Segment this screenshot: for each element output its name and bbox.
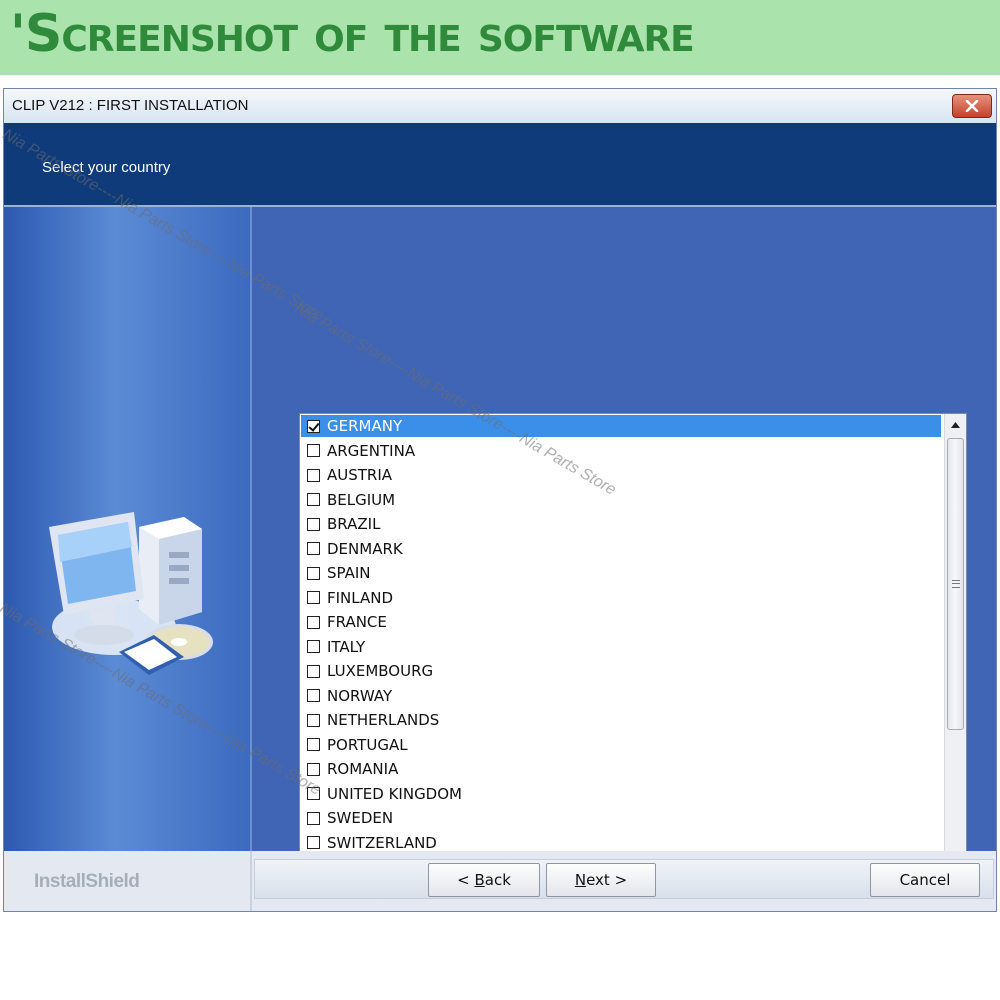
country-list-item[interactable]: GERMANY bbox=[301, 415, 941, 437]
country-list-item[interactable]: PORTUGAL bbox=[301, 734, 941, 756]
country-checkbox[interactable] bbox=[307, 640, 320, 653]
country-checkbox[interactable] bbox=[307, 762, 320, 776]
country-list-item[interactable]: NORWAY bbox=[301, 685, 941, 707]
country-checkbox[interactable] bbox=[307, 811, 320, 825]
footer-divider bbox=[250, 851, 252, 911]
back-button[interactable]: < Back bbox=[428, 863, 540, 897]
panel-divider bbox=[250, 207, 252, 851]
scroll-up-arrow-icon bbox=[951, 422, 960, 428]
country-label: GERMANY bbox=[327, 417, 403, 435]
country-label: ITALY bbox=[327, 637, 366, 656]
country-checkbox[interactable] bbox=[307, 664, 320, 678]
country-label: DENMARK bbox=[327, 539, 403, 558]
country-list-item[interactable]: LUXEMBOURG bbox=[301, 660, 941, 682]
country-list-item[interactable]: FINLAND bbox=[301, 587, 941, 609]
installer-window: CLIP V212 : FIRST INSTALLATION Select yo… bbox=[3, 88, 997, 912]
country-label: NORWAY bbox=[327, 686, 393, 705]
country-list-item[interactable]: SPAIN bbox=[301, 562, 941, 584]
country-list-item[interactable]: BELGIUM bbox=[301, 489, 941, 511]
country-checkbox[interactable] bbox=[307, 542, 320, 555]
country-checkbox[interactable] bbox=[307, 689, 320, 702]
country-list-item[interactable]: AUSTRIA bbox=[301, 464, 941, 486]
cancel-button[interactable]: Cancel bbox=[870, 863, 980, 897]
country-label: FRANCE bbox=[327, 613, 387, 631]
country-checkbox[interactable] bbox=[307, 419, 320, 433]
country-label: ROMANIA bbox=[327, 760, 399, 778]
country-checkbox[interactable] bbox=[307, 444, 320, 457]
title-bar: CLIP V212 : FIRST INSTALLATION bbox=[4, 89, 996, 123]
banner-title: 'Screenshot of the software bbox=[10, 4, 695, 64]
installshield-brand: InstallShield bbox=[34, 871, 140, 892]
country-label: NETHERLANDS bbox=[327, 711, 440, 729]
country-list: GERMANY ARGENTINA AUSTRIA BELGIUM BRAZIL DENM… bbox=[301, 415, 941, 881]
grip-icon bbox=[951, 580, 960, 588]
country-label: SWITZERLAND bbox=[327, 833, 437, 852]
banner: 'Screenshot of the software bbox=[0, 0, 1000, 75]
window-title: CLIP V212 : FIRST INSTALLATION bbox=[12, 97, 249, 114]
country-checkbox[interactable] bbox=[307, 787, 320, 800]
wizard-body: GERMANY ARGENTINA AUSTRIA BELGIUM BRAZIL DENM… bbox=[4, 207, 996, 883]
country-checkbox[interactable] bbox=[307, 493, 320, 506]
left-panel bbox=[4, 207, 252, 851]
country-checkbox[interactable] bbox=[307, 836, 320, 849]
computer-icon bbox=[49, 512, 213, 675]
list-scrollbar[interactable] bbox=[944, 414, 966, 882]
close-button[interactable] bbox=[952, 94, 992, 118]
country-label: BRAZIL bbox=[327, 515, 381, 533]
country-list-item[interactable]: SWEDEN bbox=[301, 807, 941, 829]
country-checkbox[interactable] bbox=[307, 591, 320, 604]
country-label: LUXEMBOURG bbox=[327, 662, 434, 680]
country-label: SPAIN bbox=[327, 564, 371, 582]
country-list-item[interactable]: ROMANIA bbox=[301, 758, 941, 780]
country-checkbox[interactable] bbox=[307, 517, 320, 531]
country-list-item[interactable]: BRAZIL bbox=[301, 513, 941, 535]
country-checkbox[interactable] bbox=[307, 615, 320, 629]
scroll-thumb[interactable] bbox=[947, 438, 964, 730]
country-listbox[interactable]: GERMANY ARGENTINA AUSTRIA BELGIUM BRAZIL DENM… bbox=[299, 413, 967, 883]
cancel-button-label: Cancel bbox=[899, 871, 951, 889]
country-checkbox[interactable] bbox=[307, 713, 320, 727]
wizard-footer: InstallShield < Back Next > Cancel bbox=[4, 851, 996, 911]
country-list-item[interactable]: UNITED KINGDOM bbox=[301, 783, 941, 805]
country-label: AUSTRIA bbox=[327, 466, 393, 484]
country-checkbox[interactable] bbox=[307, 566, 320, 580]
country-list-item[interactable]: DENMARK bbox=[301, 538, 941, 560]
next-button[interactable]: Next > bbox=[546, 863, 656, 897]
country-checkbox[interactable] bbox=[307, 468, 320, 482]
country-label: BELGIUM bbox=[327, 490, 396, 509]
country-checkbox[interactable] bbox=[307, 738, 320, 751]
country-label: FINLAND bbox=[327, 588, 394, 607]
close-icon bbox=[965, 100, 979, 112]
back-button-label: < Back bbox=[457, 871, 511, 889]
country-list-item[interactable]: FRANCE bbox=[301, 611, 941, 633]
scroll-up-button[interactable] bbox=[945, 414, 966, 436]
country-label: ARGENTINA bbox=[327, 441, 416, 460]
header-prompt: Select your country bbox=[42, 159, 171, 176]
country-list-item[interactable]: ITALY bbox=[301, 636, 941, 658]
country-label: PORTUGAL bbox=[327, 735, 408, 754]
country-list-item[interactable]: NETHERLANDS bbox=[301, 709, 941, 731]
next-button-label: Next > bbox=[574, 871, 628, 889]
country-label: UNITED KINGDOM bbox=[327, 784, 462, 803]
country-list-item[interactable]: ARGENTINA bbox=[301, 440, 941, 462]
country-label: SWEDEN bbox=[327, 809, 394, 827]
